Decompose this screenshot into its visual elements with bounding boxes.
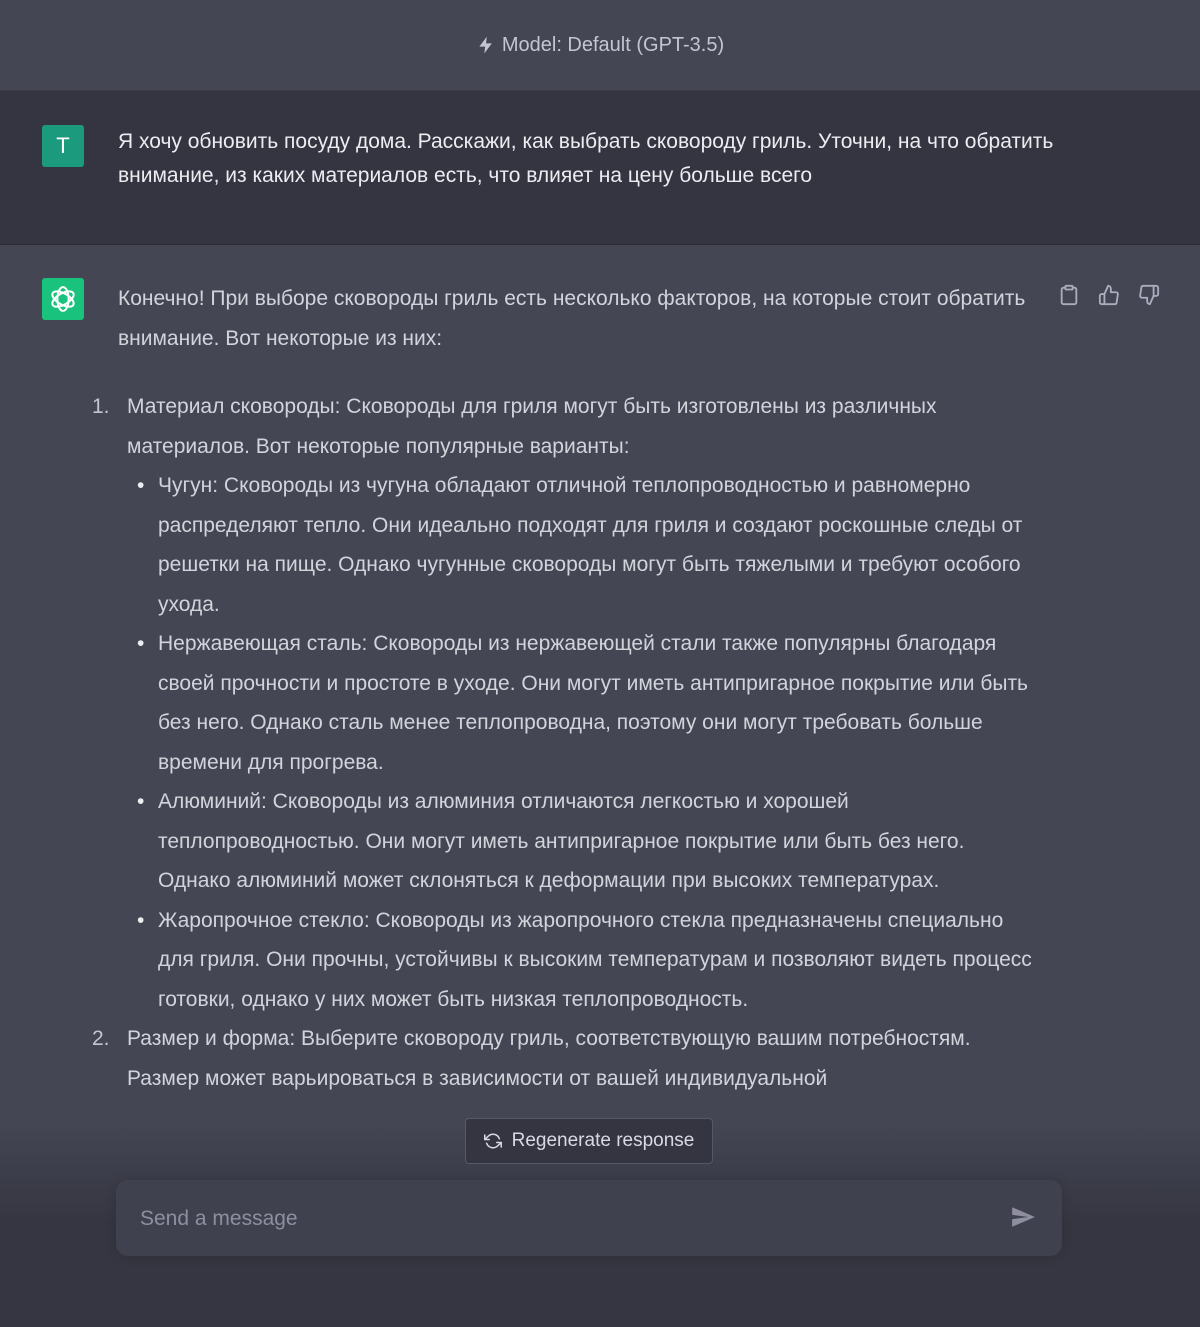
sub-list-item: • Алюминий: Сковороды из алюминия отлича…: [127, 782, 1032, 901]
regenerate-response-button[interactable]: Regenerate response: [465, 1118, 713, 1164]
sub-list-item: • Жаропрочное стекло: Сковороды из жароп…: [127, 901, 1032, 1020]
list-number: 2.: [92, 1027, 110, 1050]
bullet-icon: •: [137, 908, 145, 932]
model-header: Model: Default (GPT-3.5): [0, 0, 1200, 91]
assistant-intro: Конечно! При выборе сковороды гриль есть…: [118, 287, 1026, 350]
list-item: 2. Размер и форма: Выберите сковороду гр…: [92, 1019, 1032, 1098]
assistant-list: 1. Материал сковороды: Сковороды для гри…: [92, 387, 1032, 1098]
sub-item-text: Нержавеющая сталь: Сковороды из нержавею…: [158, 632, 1029, 774]
sub-item-text: Алюминий: Сковороды из алюминия отличают…: [158, 790, 965, 892]
list-item-text: Размер и форма: Выберите сковороду гриль…: [127, 1027, 971, 1090]
regenerate-label: Regenerate response: [511, 1130, 695, 1151]
list-number: 1.: [92, 395, 110, 418]
bullet-icon: •: [137, 632, 145, 655]
thumbs-down-icon[interactable]: [1136, 282, 1162, 308]
refresh-icon: [483, 1132, 502, 1150]
message-composer: [116, 1180, 1062, 1256]
bolt-icon: [476, 34, 496, 56]
list-item-text: Материал сковороды: Сковороды для гриля …: [127, 395, 937, 458]
sub-item-text: Чугун: Сковороды из чугуна обладают отли…: [158, 474, 1023, 616]
thumbs-up-icon[interactable]: [1096, 282, 1122, 308]
user-message-text: Я хочу обновить посуду дома. Расскажи, к…: [118, 130, 1054, 187]
sub-item-text: Жаропрочное стекло: Сковороды из жаропро…: [158, 908, 1032, 1011]
sub-list-item: • Чугун: Сковороды из чугуна обладают от…: [127, 466, 1032, 624]
message-actions: [1056, 282, 1162, 308]
model-label: Model: Default (GPT-3.5): [501, 33, 725, 56]
bullet-icon: •: [137, 790, 145, 813]
assistant-avatar: [42, 278, 84, 320]
send-icon[interactable]: [1010, 1204, 1038, 1232]
user-avatar: T: [42, 125, 84, 167]
bullet-icon: •: [137, 474, 145, 497]
sub-list-item: • Нержавеющая сталь: Сковороды из нержав…: [127, 624, 1032, 782]
list-item: 1. Материал сковороды: Сковороды для гри…: [92, 387, 1032, 1019]
openai-logo-icon: [51, 286, 75, 312]
clipboard-icon[interactable]: [1056, 282, 1082, 308]
message-input[interactable]: [138, 1200, 982, 1238]
